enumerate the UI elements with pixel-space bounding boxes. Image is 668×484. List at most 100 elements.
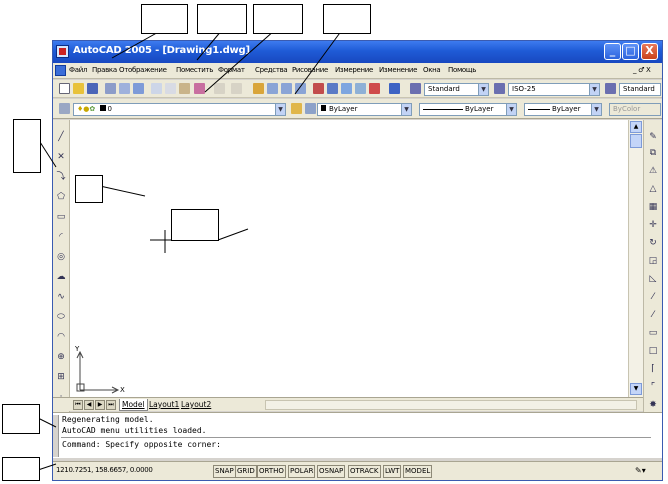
menu-file[interactable]: Файл (69, 66, 87, 74)
linetype-select[interactable]: ByLayer ▼ (419, 103, 517, 116)
arc-icon[interactable]: ◜ (56, 232, 66, 242)
zoom-realtime-icon[interactable] (267, 83, 278, 94)
sheet-set-icon[interactable] (355, 83, 366, 94)
line-icon[interactable]: ╱ (56, 132, 66, 142)
offset-icon[interactable]: △ (648, 184, 658, 194)
menu-edit[interactable]: Правка (92, 66, 117, 74)
menu-insert[interactable]: Поместить (176, 66, 213, 74)
design-center-icon[interactable] (327, 83, 338, 94)
menu-window[interactable]: Окна (423, 66, 441, 74)
layer-select[interactable]: ♦●✿ 0 ▼ (73, 103, 286, 116)
vertical-scrollbar[interactable]: ▲ ▼ (628, 120, 643, 397)
chevron-down-icon[interactable]: ▼ (478, 84, 488, 95)
polygon-icon[interactable]: ⬠ (56, 192, 66, 202)
menu-draw[interactable]: Рисование (292, 66, 328, 74)
dim-style-select[interactable]: ISO-25 ▼ (508, 83, 600, 96)
scale-icon[interactable]: ◲ (648, 256, 658, 266)
menu-help[interactable]: Помощь (448, 66, 476, 74)
rotate-icon[interactable]: ↻ (648, 238, 658, 248)
properties-icon[interactable] (313, 83, 324, 94)
tab-model[interactable]: Model (119, 399, 148, 411)
stretch-icon[interactable]: ◺ (648, 274, 658, 284)
snap-toggle[interactable]: SNAP (213, 465, 236, 478)
tab-layout2[interactable]: Layout2 (179, 399, 213, 410)
color-select[interactable]: ByLayer ▼ (317, 103, 412, 116)
horizontal-scrollbar[interactable] (265, 400, 637, 410)
chevron-down-icon[interactable]: ▼ (589, 84, 599, 95)
otrack-toggle[interactable]: OTRACK (348, 465, 381, 478)
plotstyle-select[interactable]: ByColor (609, 103, 661, 116)
markup-icon[interactable] (369, 83, 380, 94)
mirror-icon[interactable]: ⚠ (648, 166, 658, 176)
circle-icon[interactable]: ◎ (56, 252, 66, 262)
match-properties-icon[interactable] (194, 83, 205, 94)
chevron-down-icon[interactable]: ▼ (275, 104, 285, 115)
zoom-previous-icon[interactable] (295, 83, 306, 94)
new-icon[interactable] (59, 83, 70, 94)
document-window-controls[interactable]: _ ♂ X (633, 66, 651, 74)
text-style-icon[interactable] (410, 83, 421, 94)
break-icon[interactable]: ▭ (648, 328, 658, 338)
first-tab-button[interactable]: ⏮ (73, 400, 83, 410)
polyline-icon[interactable]: ⤵ (56, 172, 66, 182)
chevron-down-icon[interactable]: ▼ (401, 104, 411, 115)
coordinates-readout[interactable]: 1210.7251, 158.6657, 0.0000 (56, 466, 153, 474)
chamfer-icon[interactable]: ⌈ (648, 364, 658, 374)
ellipse-arc-icon[interactable]: ◠ (56, 332, 66, 342)
ellipse-icon[interactable]: ⬭ (56, 312, 66, 322)
menu-view[interactable]: Отображение (119, 66, 167, 74)
table-style-select[interactable]: Standard (619, 83, 661, 96)
copy-object-icon[interactable]: ⧉ (648, 148, 658, 158)
scroll-thumb[interactable] (630, 134, 642, 148)
chevron-down-icon[interactable]: ▼ (591, 104, 601, 115)
scroll-down-button[interactable]: ▼ (630, 383, 642, 395)
menu-modify[interactable]: Изменение (379, 66, 417, 74)
menu-format[interactable]: Формат (218, 66, 245, 74)
plot-icon[interactable] (105, 83, 116, 94)
insert-block-icon[interactable]: ⊕ (56, 352, 66, 362)
redo-icon[interactable] (231, 83, 242, 94)
undo-icon[interactable] (214, 83, 225, 94)
fillet-icon[interactable]: ⌜ (648, 382, 658, 392)
layer-previous-icon[interactable] (305, 103, 316, 114)
save-icon[interactable] (87, 83, 98, 94)
ortho-toggle[interactable]: ORTHO (257, 465, 286, 478)
next-tab-button[interactable]: ▶ (95, 400, 105, 410)
rectangle-icon[interactable]: ▭ (56, 212, 66, 222)
lineweight-select[interactable]: ByLayer ▼ (524, 103, 602, 116)
menu-tools[interactable]: Средства (255, 66, 288, 74)
text-style-select[interactable]: Standard ▼ (424, 83, 489, 96)
extend-icon[interactable]: ⁄ (648, 310, 658, 320)
pan-icon[interactable] (253, 83, 264, 94)
copy-icon[interactable] (165, 83, 176, 94)
menu-dimension[interactable]: Измерение (335, 66, 373, 74)
drawing-canvas[interactable] (70, 120, 628, 397)
drawing-area[interactable]: Y X (70, 120, 628, 397)
open-icon[interactable] (73, 83, 84, 94)
revision-cloud-icon[interactable]: ☁ (56, 272, 66, 282)
maximize-button[interactable]: □ (622, 43, 639, 60)
construction-line-icon[interactable]: ✕ (56, 152, 66, 162)
table-style-icon[interactable] (605, 83, 616, 94)
last-tab-button[interactable]: ⏭ (106, 400, 116, 410)
spline-icon[interactable]: ∿ (56, 292, 66, 302)
tab-layout1[interactable]: Layout1 (147, 399, 181, 410)
grid-toggle[interactable]: GRID (235, 465, 257, 478)
explode-icon[interactable]: ✸ (648, 400, 658, 410)
dim-style-icon[interactable] (494, 83, 505, 94)
communication-center-icon[interactable]: ✎▾ (635, 465, 657, 478)
command-prompt[interactable]: Command: Specify opposite corner: (62, 440, 221, 449)
make-block-icon[interactable]: ⊞ (56, 372, 66, 382)
move-icon[interactable]: ✛ (648, 220, 658, 230)
autocad-app-icon[interactable] (56, 45, 69, 58)
lwt-toggle[interactable]: LWT (383, 465, 402, 478)
document-icon[interactable] (55, 65, 66, 76)
array-icon[interactable]: ▦ (648, 202, 658, 212)
command-window[interactable]: Regenerating model. AutoCAD menu utiliti… (53, 412, 662, 458)
command-window-grip[interactable] (53, 415, 59, 457)
layer-manager-icon[interactable] (59, 103, 70, 114)
paste-icon[interactable] (179, 83, 190, 94)
model-toggle[interactable]: MODEL (403, 465, 433, 478)
trim-icon[interactable]: ⁄ (648, 292, 658, 302)
cut-icon[interactable] (151, 83, 162, 94)
